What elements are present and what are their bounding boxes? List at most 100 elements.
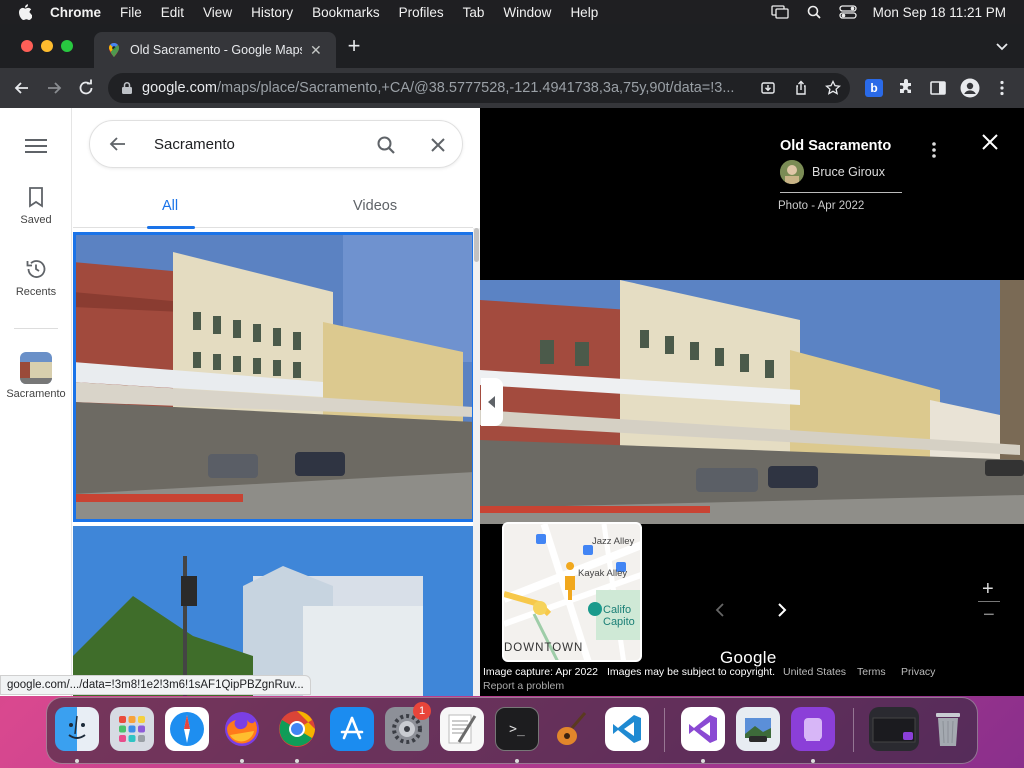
close-icon[interactable] <box>428 135 448 155</box>
dock-trash[interactable] <box>926 707 970 751</box>
podcasts-icon <box>804 718 822 741</box>
dock-minimized-window[interactable] <box>869 707 919 751</box>
viewer-place-title[interactable]: Old Sacramento <box>780 138 891 154</box>
tab-all[interactable]: All <box>162 198 178 214</box>
menu-file[interactable]: File <box>120 5 142 20</box>
street-view-minimap[interactable]: Jazz Alley Kayak Alley Califo Capito DOWN… <box>502 522 642 662</box>
dock-preview[interactable] <box>736 707 780 751</box>
profile-button[interactable] <box>960 78 980 98</box>
puzzle-piece-icon <box>900 79 911 93</box>
tab-search-chevron-down-icon[interactable] <box>994 38 1010 54</box>
photo-thumbnail-downtown[interactable] <box>73 526 475 696</box>
previous-photo-chevron-left-icon[interactable] <box>712 602 728 618</box>
apple-menu-icon[interactable] <box>16 3 34 21</box>
firefox-icon <box>225 712 259 746</box>
url-text[interactable]: google.com/maps/place/Sacramento,+CA/@38… <box>142 80 742 96</box>
rail-place-sacramento[interactable]: Sacramento <box>0 388 72 400</box>
control-center-icon[interactable] <box>839 4 857 20</box>
menu-app-name[interactable]: Chrome <box>50 5 101 20</box>
search-box[interactable]: Sacramento <box>89 120 463 168</box>
zoom-in-button[interactable]: + <box>982 578 994 601</box>
dock-firefox[interactable] <box>220 707 264 751</box>
bing-extension-button[interactable]: b <box>864 78 884 98</box>
dock-textedit[interactable] <box>440 707 484 751</box>
tab-videos[interactable]: Videos <box>353 198 397 214</box>
tab-close-icon[interactable]: ✕ <box>310 42 322 59</box>
menu-bookmarks[interactable]: Bookmarks <box>312 5 380 20</box>
rail-divider <box>14 328 58 329</box>
menu-window[interactable]: Window <box>503 5 551 20</box>
rail-recents[interactable]: Recents <box>0 258 72 298</box>
preview-photos-icon <box>745 718 771 742</box>
install-app-icon[interactable] <box>760 80 776 96</box>
new-tab-button[interactable]: + <box>344 35 364 57</box>
menu-tab[interactable]: Tab <box>463 5 485 20</box>
address-bar[interactable]: google.com/maps/place/Sacramento,+CA/@38… <box>108 73 850 103</box>
scrollbar-thumb[interactable] <box>474 228 479 262</box>
menu-edit[interactable]: Edit <box>161 5 184 20</box>
minimap-place-line-1: Califo <box>603 604 632 616</box>
forward-button[interactable] <box>44 78 64 98</box>
more-vertical-icon[interactable] <box>926 140 942 160</box>
dock-garageband[interactable] <box>550 707 594 751</box>
menu-view[interactable]: View <box>203 5 232 20</box>
photo-thumbnail-old-sacramento[interactable] <box>73 232 475 522</box>
window-minimize-button[interactable] <box>41 40 53 52</box>
author-name: Bruce Giroux <box>812 165 885 179</box>
menu-help[interactable]: Help <box>570 5 598 20</box>
minimized-window-thumbnail-icon <box>872 717 916 743</box>
dock-chrome[interactable] <box>275 707 319 751</box>
terms-link[interactable]: Terms <box>857 666 886 678</box>
window-zoom-button[interactable] <box>61 40 73 52</box>
panel-scrollbar[interactable] <box>473 228 480 696</box>
chevron-left-icon <box>488 396 495 408</box>
photo-author[interactable]: Bruce Giroux <box>780 160 885 184</box>
collapse-panel-button[interactable] <box>481 378 503 426</box>
privacy-link[interactable]: Privacy <box>901 666 935 678</box>
zoom-out-button[interactable]: − <box>983 604 995 627</box>
dock-separator <box>853 708 854 752</box>
reload-button[interactable] <box>76 78 96 98</box>
dock-vscode[interactable] <box>605 707 649 751</box>
country-link[interactable]: United States <box>783 666 846 678</box>
share-icon[interactable] <box>793 80 809 96</box>
photo-filter-tabs: All Videos <box>73 184 473 229</box>
google-logo: Google <box>720 648 777 667</box>
close-icon[interactable] <box>980 132 1000 152</box>
search-icon[interactable] <box>376 135 396 155</box>
dock-running-indicator <box>295 759 299 763</box>
next-photo-chevron-right-icon[interactable] <box>774 602 790 618</box>
report-problem-link[interactable]: Report a problem <box>483 680 564 692</box>
rail-saved[interactable]: Saved <box>0 186 72 226</box>
dock-system-settings[interactable]: 1 <box>385 702 431 751</box>
minimap-place-line-2: Capito <box>603 616 635 628</box>
lock-icon[interactable] <box>120 81 134 95</box>
rail-place-thumbnail[interactable] <box>20 352 52 384</box>
menu-profiles[interactable]: Profiles <box>399 5 444 20</box>
bookmark-star-icon[interactable] <box>825 80 841 96</box>
search-input[interactable]: Sacramento <box>154 136 354 153</box>
dock-visual-studio[interactable] <box>681 707 725 751</box>
window-close-button[interactable] <box>21 40 33 52</box>
dock-app-store[interactable] <box>330 707 374 751</box>
arrow-left-icon[interactable] <box>108 134 128 154</box>
chrome-menu-button[interactable] <box>992 78 1012 98</box>
dock-podcasts[interactable] <box>791 707 835 751</box>
dock-terminal[interactable]: >_ <box>495 707 539 751</box>
hamburger-menu-icon[interactable] <box>25 138 47 154</box>
trash-icon <box>936 713 960 746</box>
dock-safari[interactable] <box>165 707 209 751</box>
menu-history[interactable]: History <box>251 5 293 20</box>
menubar-clock[interactable]: Mon Sep 18 11:21 PM <box>873 5 1006 20</box>
display-icon[interactable] <box>771 4 789 20</box>
dock-finder[interactable] <box>55 707 99 751</box>
viewer-main-photo[interactable] <box>480 280 1024 524</box>
back-button[interactable] <box>12 78 32 98</box>
spotlight-search-icon[interactable] <box>805 4 823 20</box>
photos-panel: Sacramento All Videos <box>73 108 480 696</box>
image-capture-date: Image capture: Apr 2022 <box>483 666 598 678</box>
dock-launchpad[interactable] <box>110 707 154 751</box>
side-panel-button[interactable] <box>928 78 948 98</box>
browser-tab-active[interactable]: Old Sacramento - Google Maps ✕ <box>94 32 336 68</box>
extensions-button[interactable] <box>896 78 916 98</box>
